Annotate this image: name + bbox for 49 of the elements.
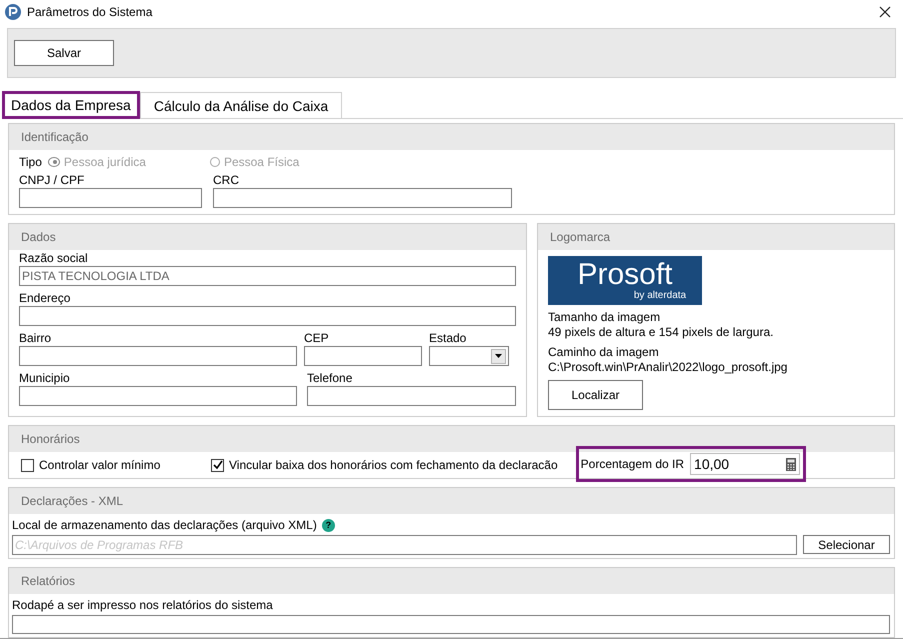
input-field[interactable] <box>304 346 422 366</box>
input-field[interactable] <box>19 386 297 406</box>
field-label: CEP <box>304 331 330 345</box>
checkmark-icon <box>212 460 222 470</box>
help-icon[interactable]: ? <box>322 518 335 532</box>
input-field[interactable]: C:\Arquivos de Programas RFB <box>12 535 797 555</box>
select-button[interactable]: Selecionar <box>803 535 890 554</box>
tab[interactable]: Dados da Empresa <box>2 91 140 119</box>
checkbox-option[interactable]: Vincular baixa dos honorários com fechamento da declaracão <box>211 458 558 472</box>
section-title: Logomarca <box>538 224 894 250</box>
tab[interactable]: Cálculo da Análise do Caixa <box>140 92 342 118</box>
app-logo-icon <box>5 4 21 20</box>
section-title: Dados <box>9 224 526 250</box>
input-field[interactable]: 10,00 <box>690 453 800 475</box>
input-field[interactable] <box>19 346 297 366</box>
field-label: Telefone <box>307 371 354 385</box>
field-label: Estado <box>429 331 468 345</box>
calculator-icon[interactable] <box>786 458 796 470</box>
input-field[interactable]: PISTA TECNOLOGIA LTDA <box>19 266 516 286</box>
section-title: Identificação <box>9 124 894 150</box>
type-label: Tipo <box>19 155 42 169</box>
field-label: Rodapé a ser impresso nos relatórios do sistema <box>12 598 274 612</box>
field-label: Porcentagem do IR <box>580 457 684 471</box>
input-field[interactable] <box>213 188 512 208</box>
field-label: Endereço <box>19 291 72 305</box>
company-logo: Prosoft by alterdata <box>548 256 702 305</box>
field-label: CNPJ / CPF <box>19 173 86 187</box>
checkbox-option[interactable]: Controlar valor mínimo <box>21 458 211 472</box>
input-field[interactable] <box>19 188 202 208</box>
locate-button[interactable]: Localizar <box>548 380 643 410</box>
input-field[interactable] <box>19 306 516 326</box>
field-label: CRC <box>213 173 240 187</box>
info-value: C:\Prosoft.win\PrAnalir\2022\logo_prosoft.jpg <box>548 360 788 375</box>
close-icon[interactable] <box>879 6 891 18</box>
field-label: Local de armazenamento das declarações (arquivo XML) <box>12 518 317 532</box>
info-label: Tamanho da imagem <box>548 310 660 325</box>
field-label: Razão social <box>19 251 89 265</box>
field-label: Bairro <box>19 331 52 345</box>
section-title: Relatórios <box>9 568 894 594</box>
info-label: Caminho da imagem <box>548 345 659 360</box>
state-dropdown[interactable] <box>429 346 509 366</box>
input-field[interactable] <box>307 386 516 406</box>
section-title: Declarações - XML <box>9 488 894 514</box>
input-field[interactable] <box>12 615 890 634</box>
window-title: Parâmetros do Sistema <box>27 5 152 19</box>
info-value: 49 pixels de altura e 154 pixels de largura. <box>548 325 774 340</box>
save-button[interactable]: Salvar <box>14 40 114 66</box>
section-title: Honorários <box>9 426 894 452</box>
field-label: Municipio <box>19 371 71 385</box>
